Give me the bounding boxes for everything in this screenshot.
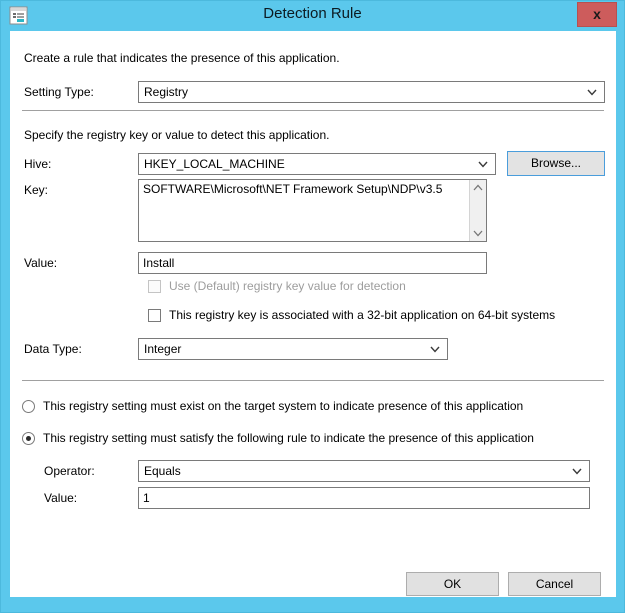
key-value: SOFTWARE\Microsoft\NET Framework Setup\N… [143, 182, 443, 196]
hive-label: Hive: [24, 157, 52, 171]
rule-value-input[interactable]: 1 [138, 487, 590, 509]
data-type-value: Integer [144, 342, 182, 356]
data-type-label: Data Type: [24, 342, 82, 356]
ok-button[interactable]: OK [406, 572, 499, 596]
close-icon[interactable]: x [577, 2, 617, 27]
chevron-down-icon [476, 154, 490, 174]
scroll-up-icon[interactable] [470, 180, 486, 196]
chevron-down-icon [585, 82, 599, 102]
rule-satisfy-radio[interactable] [22, 432, 35, 445]
scrollbar-track[interactable] [470, 196, 486, 225]
value-input[interactable]: Install [138, 252, 487, 274]
chevron-down-icon [570, 461, 584, 481]
intro-text-1: Create a rule that indicates the presenc… [24, 51, 340, 65]
page-title: Detection Rule [263, 5, 362, 22]
scroll-down-icon[interactable] [470, 225, 486, 241]
hive-select[interactable]: HKEY_LOCAL_MACHINE [138, 153, 496, 175]
hive-value: HKEY_LOCAL_MACHINE [144, 157, 285, 171]
setting-type-label: Setting Type: [24, 85, 94, 99]
key-textarea[interactable]: SOFTWARE\Microsoft\NET Framework Setup\N… [138, 179, 487, 242]
value-label: Value: [24, 256, 58, 270]
separator-middle [22, 380, 604, 381]
browse-button[interactable]: Browse... [507, 151, 605, 176]
key-scrollbar[interactable] [469, 180, 486, 241]
use-default-checkbox-label: Use (Default) registry key value for det… [169, 279, 406, 293]
rule-value-label: Value: [44, 491, 78, 505]
detection-rule-dialog: Detection Rule x Create a rule that indi… [0, 0, 625, 613]
operator-value: Equals [144, 464, 181, 478]
key-label: Key: [24, 183, 49, 197]
data-type-select[interactable]: Integer [138, 338, 448, 360]
rule-exists-radio[interactable] [22, 400, 35, 413]
title-bar[interactable]: Detection Rule x [1, 1, 624, 31]
rule-satisfy-radio-label[interactable]: This registry setting must satisfy the f… [43, 431, 534, 445]
use-default-checkbox [148, 280, 161, 293]
separator-top [22, 110, 604, 111]
setting-type-value: Registry [144, 85, 189, 99]
wow64-checkbox-label[interactable]: This registry key is associated with a 3… [169, 308, 555, 322]
cancel-button[interactable]: Cancel [508, 572, 601, 596]
setting-type-select[interactable]: Registry [138, 81, 605, 103]
rule-exists-radio-label[interactable]: This registry setting must exist on the … [43, 399, 523, 413]
chevron-down-icon [428, 339, 442, 359]
intro-text-2: Specify the registry key or value to det… [24, 128, 330, 142]
dialog-body: Create a rule that indicates the presenc… [10, 31, 616, 597]
wow64-checkbox[interactable] [148, 309, 161, 322]
operator-select[interactable]: Equals [138, 460, 590, 482]
operator-label: Operator: [44, 464, 95, 478]
